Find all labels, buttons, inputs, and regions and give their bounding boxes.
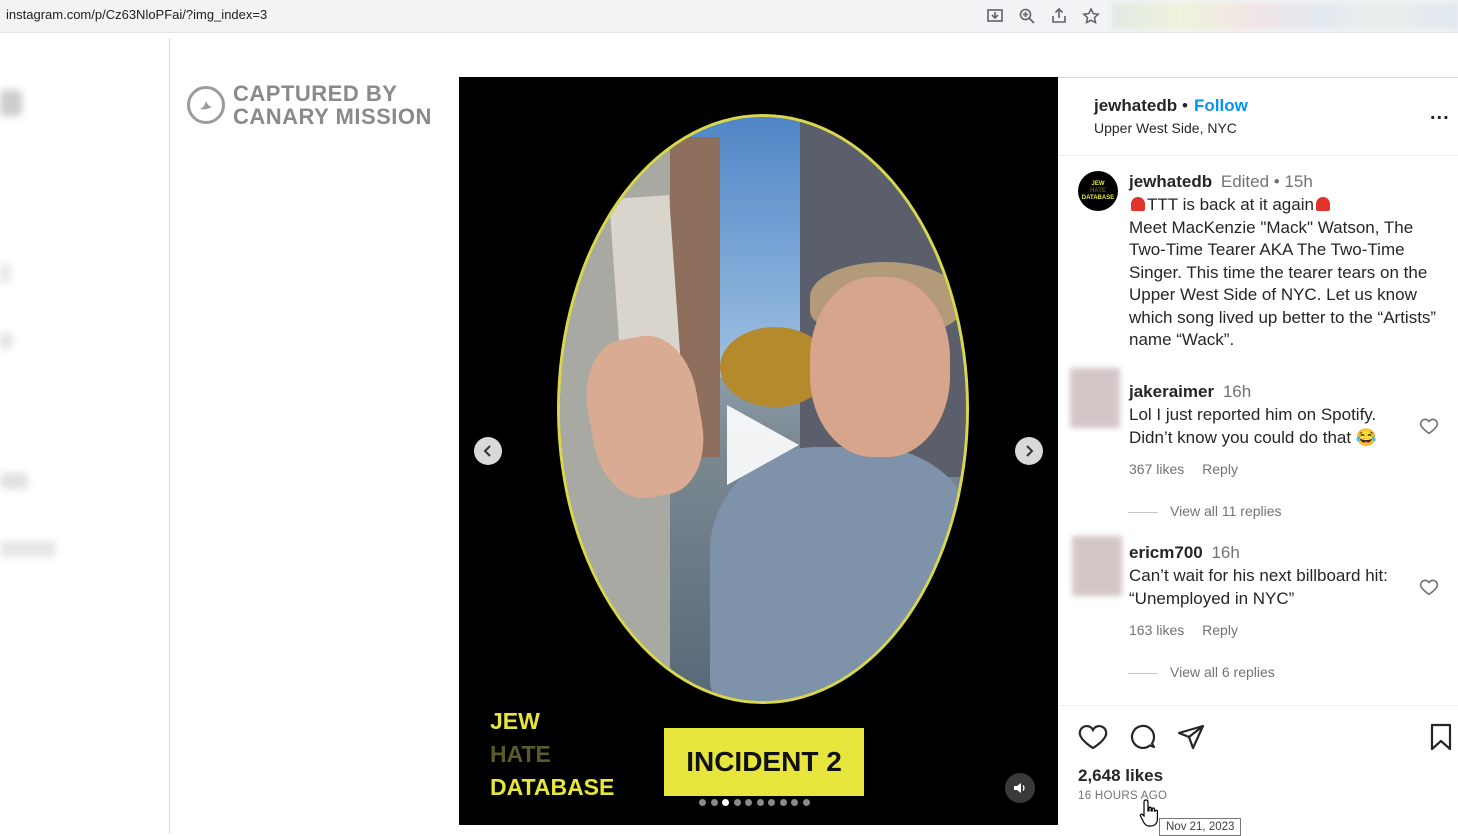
canary-bird-icon xyxy=(187,86,225,124)
logo-line3: DATABASE xyxy=(490,774,615,800)
carousel-dot xyxy=(745,799,752,806)
carousel-dot xyxy=(791,799,798,806)
share-send-icon[interactable] xyxy=(1176,722,1206,752)
logo-line1: JEW xyxy=(490,708,540,734)
comment-likes[interactable]: 163 likes xyxy=(1129,622,1184,638)
carousel-dot xyxy=(768,799,775,806)
post-username[interactable]: jewhatedb xyxy=(1094,96,1177,116)
comment-bubble-icon[interactable] xyxy=(1128,722,1158,752)
carousel-dot xyxy=(779,799,787,806)
separator-dot: • xyxy=(1182,96,1188,115)
follow-button[interactable]: Follow xyxy=(1194,96,1248,116)
carousel-dot xyxy=(802,799,810,806)
chevron-left-icon xyxy=(483,445,491,457)
caption-line1: TTT is back at it again xyxy=(1147,195,1314,214)
bookmark-star-icon[interactable] xyxy=(1082,7,1100,25)
audio-toggle-button[interactable] xyxy=(1005,773,1035,803)
share-icon[interactable] xyxy=(1050,7,1068,25)
comment-text: Lol I just reported him on Spotify. Didn… xyxy=(1129,405,1377,447)
comment-username[interactable]: jakeraimer xyxy=(1129,382,1214,401)
carousel-dot xyxy=(756,799,764,806)
next-slide-button[interactable] xyxy=(1015,437,1043,465)
comment-username[interactable]: ericm700 xyxy=(1129,543,1203,562)
zoom-icon[interactable] xyxy=(1018,7,1036,25)
caption-meta: Edited • 15h xyxy=(1220,172,1313,191)
post-location[interactable]: Upper West Side, NYC xyxy=(1094,120,1237,136)
avatar[interactable] xyxy=(1070,368,1120,428)
comment-meta: 163 likes Reply xyxy=(1129,622,1252,638)
previous-slide-button[interactable] xyxy=(474,437,502,465)
post-sidebar: jewhatedb • Follow Upper West Side, NYC … xyxy=(1058,77,1458,836)
save-bookmark-icon[interactable] xyxy=(1426,722,1456,752)
canary-mission-watermark: CAPTURED BY CANARY MISSION xyxy=(187,82,432,128)
view-replies-button[interactable]: View all 6 replies xyxy=(1128,664,1275,680)
logo-line2: HATE xyxy=(490,741,551,767)
comment-text: Can’t wait for his next billboard hit: “… xyxy=(1129,566,1388,608)
install-icon[interactable] xyxy=(986,7,1004,25)
incident-badge: INCIDENT 2 xyxy=(664,728,864,796)
watermark-line2: CANARY MISSION xyxy=(233,104,432,129)
post-header: jewhatedb • Follow Upper West Side, NYC … xyxy=(1058,78,1458,156)
caption-body: Meet MacKenzie "Mack" Watson, The Two-Ti… xyxy=(1129,217,1437,350)
comment-time[interactable]: 16h xyxy=(1211,543,1239,562)
date-tooltip: Nov 21, 2023 xyxy=(1159,818,1242,836)
likes-count[interactable]: 2,648 likes xyxy=(1078,766,1163,786)
carousel-dot xyxy=(699,799,706,806)
left-sidebar xyxy=(0,38,170,834)
post-media[interactable]: JEW HATE DATABASE INCIDENT 2 xyxy=(459,77,1058,825)
post-actions: 2,648 likes 16 HOURS AGO Nov 21, 2023 xyxy=(1058,705,1458,836)
avatar[interactable] xyxy=(1072,536,1122,596)
carousel-dot xyxy=(733,799,741,806)
caption-text: TTT is back at it again Meet MacKenzie "… xyxy=(1129,194,1449,352)
comment-time[interactable]: 16h xyxy=(1223,382,1251,401)
comment-header: ericm700 16h xyxy=(1129,543,1240,563)
browser-toolbar: instagram.com/p/Cz63NloPFai/?img_index=3 xyxy=(0,0,1458,33)
comment-likes[interactable]: 367 likes xyxy=(1129,461,1184,477)
caption-username[interactable]: jewhatedb xyxy=(1129,172,1212,191)
chevron-right-icon xyxy=(1026,445,1034,457)
extensions-area xyxy=(1112,2,1458,30)
address-bar[interactable]: instagram.com/p/Cz63NloPFai/?img_index=3 xyxy=(6,7,267,22)
carousel-indicator xyxy=(699,799,810,806)
speaker-icon xyxy=(1014,783,1025,793)
siren-icon xyxy=(1131,197,1145,211)
reply-button[interactable]: Reply xyxy=(1202,622,1238,638)
reply-button[interactable]: Reply xyxy=(1202,461,1238,477)
carousel-dot xyxy=(710,799,718,806)
avatar[interactable]: JEW HATE DATABASE xyxy=(1078,171,1118,211)
view-replies-button[interactable]: View all 11 replies xyxy=(1128,503,1282,519)
siren-icon xyxy=(1315,197,1330,211)
replies-divider xyxy=(1128,672,1158,674)
like-comment-heart-icon[interactable] xyxy=(1418,576,1440,598)
comment-header: jakeraimer 16h xyxy=(1129,382,1251,402)
play-icon[interactable] xyxy=(727,405,799,485)
jew-hate-database-logo: JEW HATE DATABASE xyxy=(490,705,614,804)
caption-header: jewhatedb Edited • 15h xyxy=(1129,172,1313,192)
like-heart-icon[interactable] xyxy=(1078,722,1108,752)
replies-divider xyxy=(1128,511,1158,513)
comment-meta: 367 likes Reply xyxy=(1129,461,1252,477)
carousel-dot xyxy=(722,799,729,806)
watermark-line1: CAPTURED BY xyxy=(233,81,398,106)
like-comment-heart-icon[interactable] xyxy=(1418,415,1440,437)
more-options-button[interactable]: ... xyxy=(1430,102,1450,125)
